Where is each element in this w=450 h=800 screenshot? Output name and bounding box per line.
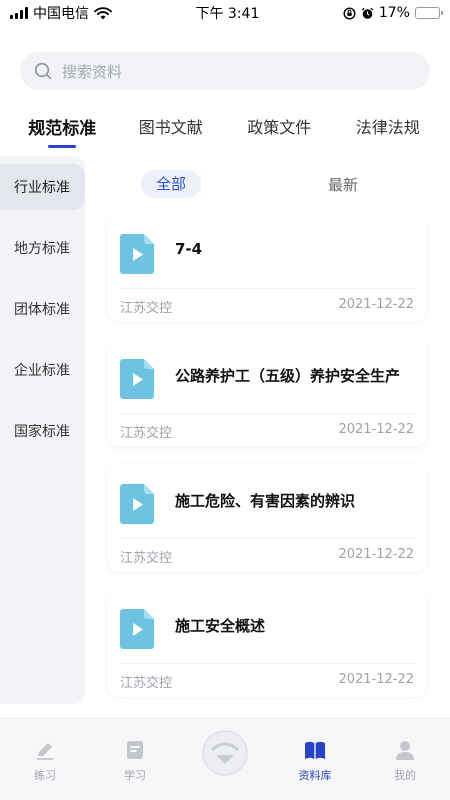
bottom-nav: 练习 学习 资料库 我的: [0, 718, 450, 800]
search-icon: [34, 62, 52, 80]
tab-books[interactable]: 图书文献: [121, 108, 221, 150]
wifi-icon: [94, 6, 112, 19]
nav-study[interactable]: 学习: [100, 739, 170, 783]
nav-study-label: 学习: [124, 769, 146, 782]
nav-profile-label: 我的: [394, 769, 416, 782]
tab-policy[interactable]: 政策文件: [229, 108, 329, 150]
item-title: 公路养护工（五级）养护安全生产: [175, 367, 401, 385]
video-file-icon: [120, 359, 154, 399]
rotation-lock-icon: [343, 6, 356, 20]
book-icon: [305, 741, 325, 759]
sidebar-item-local[interactable]: 地方标准: [0, 225, 85, 271]
item-source: 江苏交控: [120, 551, 173, 566]
battery-icon: [414, 7, 443, 19]
tab-laws[interactable]: 法律法规: [338, 108, 438, 150]
item-divider: [120, 413, 414, 414]
nav-practice[interactable]: 练习: [10, 739, 80, 783]
clock: 下午 3:41: [195, 6, 260, 22]
sidebar-item-industry[interactable]: 行业标准: [0, 164, 85, 210]
item-source: 江苏交控: [120, 426, 173, 441]
carrier-label: 中国电信: [33, 6, 89, 22]
item-date: 2021-12-22: [338, 297, 414, 312]
nav-profile[interactable]: 我的: [370, 739, 440, 783]
nav-home[interactable]: [190, 729, 260, 777]
status-left: 中国电信: [10, 3, 112, 23]
person-icon: [396, 741, 414, 760]
list-item[interactable]: 施工安全概述 江苏交控 2021-12-22: [107, 589, 427, 697]
signal-icon: [10, 7, 28, 19]
pencil-icon: [37, 743, 53, 760]
sidebar-item-national[interactable]: 国家标准: [0, 408, 85, 454]
item-divider: [120, 288, 414, 289]
filter-bar: 全部 最新: [105, 170, 435, 198]
list-item[interactable]: 公路养护工（五级）养护安全生产 江苏交控 2021-12-22: [107, 339, 427, 447]
item-source: 江苏交控: [120, 676, 173, 691]
nav-library-label: 资料库: [298, 769, 332, 782]
video-file-icon: [120, 484, 154, 524]
sidebar-item-enterprise[interactable]: 企业标准: [0, 347, 85, 393]
status-right: 17%: [343, 5, 443, 21]
item-divider: [120, 538, 414, 539]
filter-all-button[interactable]: 全部: [141, 170, 201, 198]
status-bar: 中国电信 下午 3:41 17%: [0, 0, 450, 26]
document-list: 7-4 江苏交控 2021-12-22 公路养护工（五级）养护安全生产 江苏交控…: [107, 214, 427, 714]
item-title: 施工危险、有害因素的辨识: [175, 492, 356, 510]
search-placeholder: 搜索资料: [62, 62, 123, 81]
item-source: 江苏交控: [120, 301, 173, 316]
tab-standards[interactable]: 规范标准: [12, 108, 112, 150]
sidebar: 行业标准 地方标准 团体标准 企业标准 国家标准: [0, 156, 85, 704]
item-date: 2021-12-22: [338, 672, 414, 687]
battery-label: 17%: [378, 5, 410, 21]
document-icon: [127, 741, 143, 759]
search-bar[interactable]: 搜索资料: [20, 52, 430, 90]
item-title: 施工安全概述: [175, 617, 266, 635]
nav-practice-label: 练习: [34, 769, 56, 782]
item-date: 2021-12-22: [338, 547, 414, 562]
filter-latest-button[interactable]: 最新: [328, 174, 358, 195]
item-date: 2021-12-22: [338, 422, 414, 437]
logo-icon: [202, 730, 248, 776]
video-file-icon: [120, 234, 154, 274]
nav-library[interactable]: 资料库: [280, 739, 350, 783]
list-item[interactable]: 施工危险、有害因素的辨识 江苏交控 2021-12-22: [107, 464, 427, 572]
category-tabs: 规范标准 图书文献 政策文件 法律法规: [0, 108, 450, 150]
video-file-icon: [120, 609, 154, 649]
item-title: 7-4: [175, 240, 203, 258]
alarm-icon: [361, 7, 374, 19]
item-divider: [120, 663, 414, 664]
list-item[interactable]: 7-4 江苏交控 2021-12-22: [107, 214, 427, 322]
sidebar-item-group[interactable]: 团体标准: [0, 286, 85, 332]
